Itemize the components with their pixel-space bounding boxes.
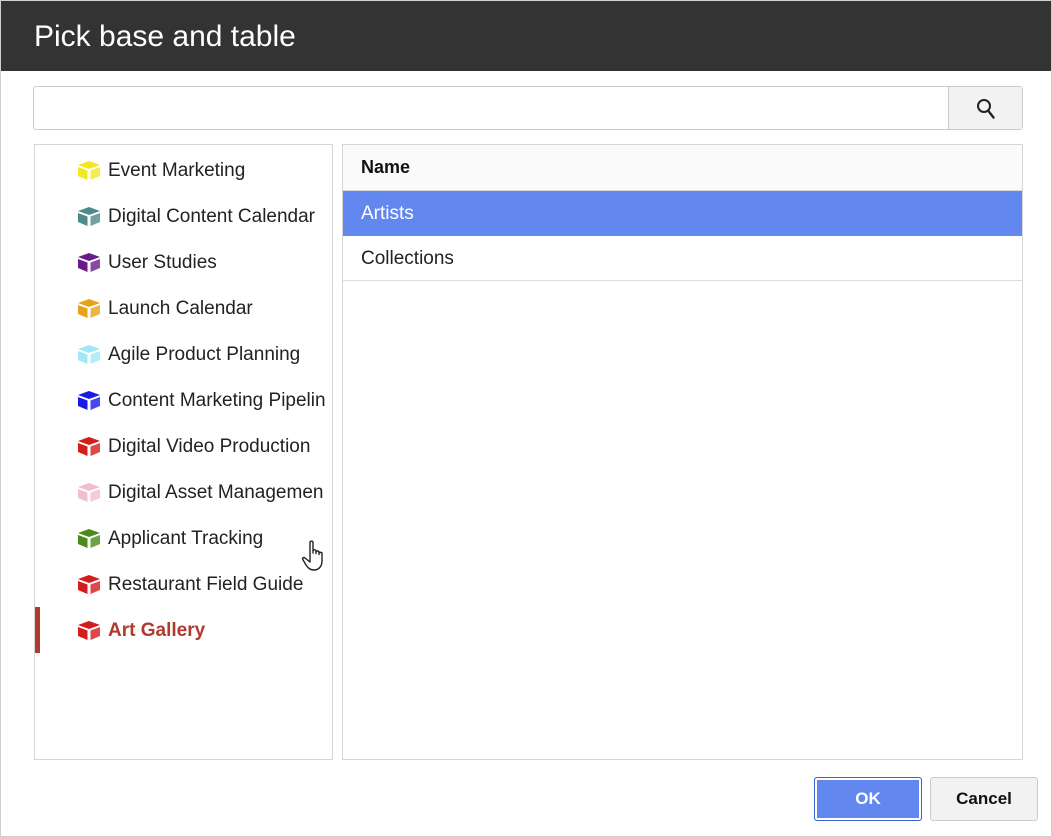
search-button[interactable]	[948, 87, 1022, 129]
search-bar	[33, 86, 1023, 130]
base-item[interactable]: Art Gallery	[35, 607, 332, 653]
base-item[interactable]: Agile Product Planning	[35, 331, 332, 377]
table-list-header: Name	[343, 145, 1022, 191]
table-row[interactable]: Collections	[343, 236, 1022, 281]
base-item[interactable]: Content Marketing Pipelin	[35, 377, 332, 423]
base-cube-icon	[78, 575, 100, 594]
base-item-label: Digital Asset Managemen	[108, 482, 324, 503]
dialog-title: Pick base and table	[34, 20, 296, 53]
base-item-label: Art Gallery	[108, 620, 206, 641]
base-cube-icon	[78, 437, 100, 456]
base-cube-icon	[78, 621, 100, 640]
hand-cursor-icon	[301, 540, 323, 571]
base-cube-icon	[78, 207, 100, 226]
base-item[interactable]: Applicant Tracking	[35, 515, 332, 561]
base-item[interactable]: Digital Asset Managemen	[35, 469, 332, 515]
base-cube-icon	[78, 253, 100, 272]
dialog-titlebar: Pick base and table	[1, 1, 1051, 71]
search-input[interactable]	[34, 87, 948, 129]
table-row[interactable]: Artists	[343, 191, 1022, 236]
base-item-label: Agile Product Planning	[108, 344, 301, 365]
base-cube-icon	[78, 299, 100, 318]
base-item[interactable]: Digital Content Calendar	[35, 193, 332, 239]
base-item-label: User Studies	[108, 252, 217, 273]
base-cube-icon	[78, 161, 100, 180]
cancel-button[interactable]: Cancel	[930, 777, 1038, 821]
base-cube-icon	[78, 483, 100, 502]
search-icon	[977, 99, 995, 119]
base-cube-icon	[78, 529, 100, 548]
base-item[interactable]: User Studies	[35, 239, 332, 285]
base-item-label: Event Marketing	[108, 160, 246, 181]
base-item-label: Restaurant Field Guide	[108, 574, 304, 595]
ok-button[interactable]: OK	[814, 777, 922, 821]
base-cube-icon	[78, 391, 100, 410]
base-item[interactable]: Launch Calendar	[35, 285, 332, 331]
pick-base-dialog: Pick base and table Event Marketing Digit…	[0, 0, 1052, 837]
table-list: Name Artists Collections	[342, 144, 1023, 760]
table-row-label: Collections	[361, 248, 454, 269]
base-list: Event Marketing Digital Content Calendar U…	[34, 144, 333, 760]
base-item-label: Digital Content Calendar	[108, 206, 316, 227]
base-item-label: Applicant Tracking	[108, 528, 264, 549]
base-item-label: Content Marketing Pipelin	[108, 390, 326, 411]
base-cube-icon	[78, 345, 100, 364]
base-item[interactable]: Event Marketing	[35, 147, 332, 193]
base-item[interactable]: Restaurant Field Guide	[35, 561, 332, 607]
base-item[interactable]: Digital Video Production	[35, 423, 332, 469]
name-column-header: Name	[361, 157, 411, 177]
base-item-label: Launch Calendar	[108, 298, 253, 319]
selected-marker	[35, 607, 40, 653]
table-row-label: Artists	[361, 203, 414, 224]
base-item-label: Digital Video Production	[108, 436, 311, 457]
